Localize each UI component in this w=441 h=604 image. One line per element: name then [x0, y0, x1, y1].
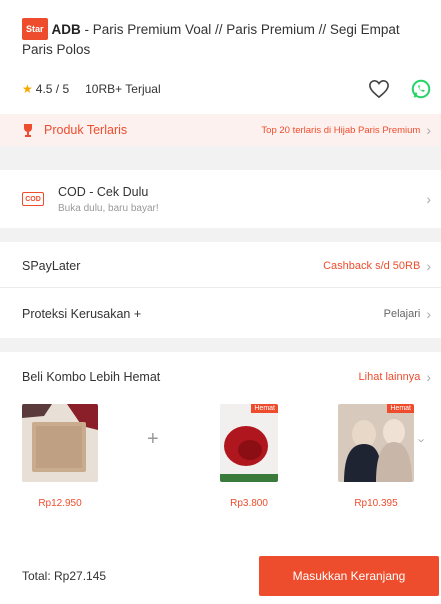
combo-product-image[interactable]: Hemat — [220, 404, 278, 482]
brand-name: ADB — [51, 22, 81, 37]
section-divider — [0, 146, 441, 170]
chevron-down-icon[interactable]: › — [415, 438, 430, 442]
chevron-right-icon: › — [426, 122, 431, 138]
chevron-right-icon: › — [426, 369, 431, 385]
combo-product-image[interactable]: Hemat — [338, 404, 414, 482]
section-divider — [0, 338, 441, 352]
hijab-models-image — [338, 404, 414, 482]
combo-product-image[interactable] — [22, 404, 98, 482]
hijab-red-image — [220, 404, 278, 482]
star-badge: Star — [22, 18, 48, 40]
combo-product-price: Rp3.800 — [230, 498, 268, 509]
cod-subtitle: Buka dulu, baru bayar! — [58, 202, 159, 214]
chevron-right-icon: › — [426, 306, 431, 322]
add-to-cart-button[interactable]: Masukkan Keranjang — [259, 556, 439, 596]
spaylater-row[interactable]: SPayLater Cashback s/d 50RB › — [0, 244, 441, 288]
product-title: Star ADB - Paris Premium Voal // Paris Pr… — [22, 18, 422, 60]
cod-icon: COD — [22, 192, 44, 206]
heart-icon[interactable] — [368, 79, 390, 99]
hemat-badge: Hemat — [387, 404, 414, 413]
combo-product-price: Rp12.950 — [38, 498, 82, 509]
top-product-banner[interactable]: Produk Terlaris Top 20 terlaris di Hijab… — [0, 114, 441, 146]
whatsapp-icon[interactable] — [410, 78, 432, 100]
sold-count: 10RB+ Terjual — [85, 82, 161, 96]
hemat-badge: Hemat — [251, 404, 278, 413]
top-product-label: Produk Terlaris — [44, 123, 128, 137]
cod-row[interactable]: COD COD - Cek Dulu Buka dulu, baru bayar… — [0, 170, 441, 228]
chevron-right-icon: › — [426, 257, 431, 274]
cod-text: COD - Cek Dulu Buka dulu, baru bayar! — [58, 185, 159, 214]
total-price: Total: Rp27.145 — [22, 569, 107, 583]
spaylater-label: SPayLater — [22, 258, 81, 273]
protection-row[interactable]: Proteksi Kerusakan + Pelajari › — [0, 292, 441, 336]
combo-title: Beli Kombo Lebih Hemat — [22, 370, 161, 384]
star-icon: ★ — [22, 82, 33, 96]
trophy-icon — [24, 124, 32, 137]
combo-product-price: Rp10.395 — [354, 498, 398, 509]
protection-link[interactable]: Pelajari — [384, 308, 421, 320]
combo-see-more-link[interactable]: Lihat lainnya — [359, 371, 421, 383]
spaylater-cashback: Cashback s/d 50RB — [323, 259, 421, 272]
hijab-beige-image — [22, 404, 98, 482]
rating-row: ★ 4.5 / 5 10RB+ Terjual — [22, 78, 432, 100]
plus-icon: + — [147, 428, 159, 450]
top-product-description: Top 20 terlaris di Hijab Paris Premium — [261, 124, 421, 136]
combo-header: Beli Kombo Lebih Hemat Lihat lainnya › — [0, 362, 441, 392]
bottom-bar: Total: Rp27.145 Masukkan Keranjang — [0, 548, 441, 604]
chevron-right-icon: › — [426, 191, 431, 207]
protection-label: Proteksi Kerusakan + — [22, 307, 142, 321]
rating-actions — [368, 78, 432, 100]
section-divider — [0, 228, 441, 242]
rating-value: 4.5 / 5 — [35, 82, 70, 96]
product-title-block: Star ADB - Paris Premium Voal // Paris Pr… — [22, 18, 422, 60]
cod-title: COD - Cek Dulu — [58, 184, 149, 199]
